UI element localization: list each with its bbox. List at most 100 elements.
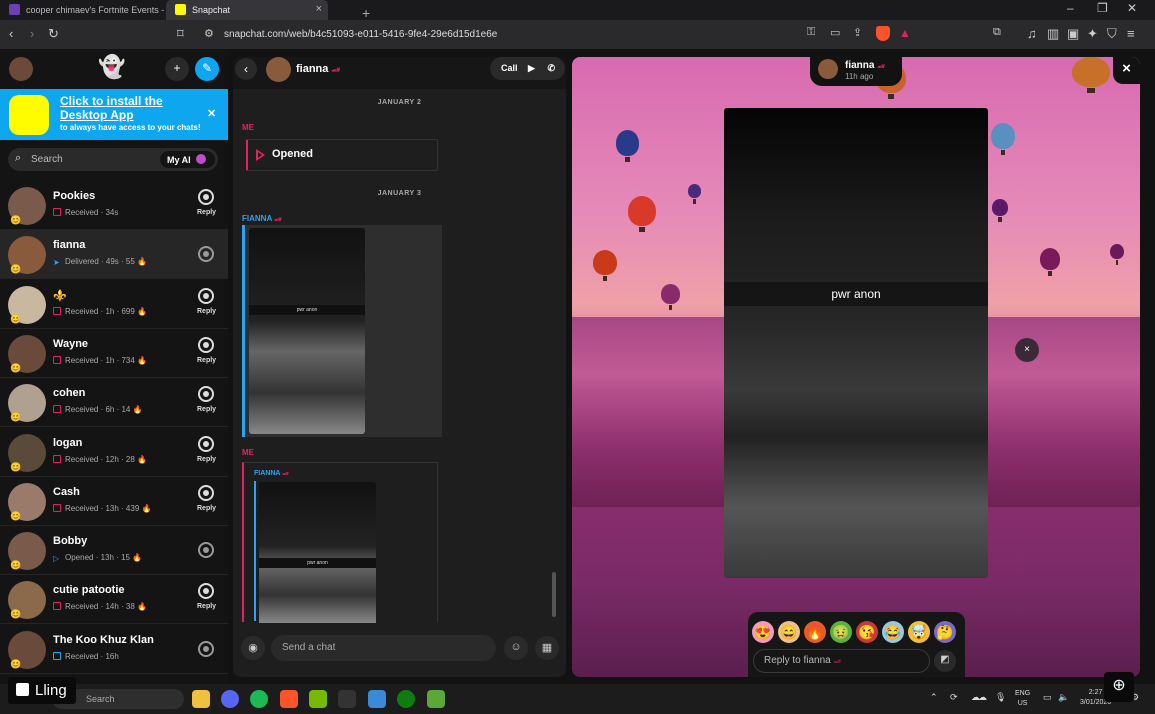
minecraft-icon[interactable] xyxy=(427,690,445,708)
chat-list-item[interactable]: 😊 Cash Received · 13h · 439 🔥 Reply xyxy=(0,477,228,526)
contact-name[interactable]: fianna 🏎 xyxy=(296,63,340,75)
add-friend-icon[interactable]: + xyxy=(165,57,189,81)
tray-chevron-icon[interactable]: ⌃ xyxy=(930,692,938,703)
brave-rewards-icon[interactable]: ▲ xyxy=(899,26,911,40)
tab-fortnite-events[interactable]: cooper chimaev's Fortnite Events - Fo xyxy=(0,0,165,20)
sidebar-toggle-icon[interactable]: ▥ xyxy=(1047,26,1059,42)
tab-snapchat[interactable]: Snapchat × xyxy=(166,0,328,20)
reaction-bitmoji-4[interactable]: 😘 xyxy=(856,621,878,643)
story-snap[interactable]: pwr anon xyxy=(724,108,988,578)
tray-mic-icon[interactable]: 🎙 xyxy=(995,692,1006,703)
back-button[interactable]: ‹ xyxy=(235,58,257,80)
reaction-bitmoji-6[interactable]: 🤯 xyxy=(908,621,930,643)
share-icon[interactable]: ⇪ xyxy=(853,26,862,39)
chat-list-item[interactable]: 😊 Bobby ▷ Opened · 13h · 15 🔥 xyxy=(0,526,228,576)
reply-label[interactable]: Reply xyxy=(197,406,216,413)
chat-list-item[interactable]: 😊 cohen Received · 6h · 14 🔥 Reply xyxy=(0,378,228,428)
language-indicator[interactable]: ENG US xyxy=(1015,689,1030,709)
close-viewer-button[interactable]: × xyxy=(1113,57,1140,84)
story-user-badge[interactable]: fianna 🏎 11h ago xyxy=(810,57,902,86)
close-window-icon[interactable]: ✕ xyxy=(1127,1,1137,15)
banner-title[interactable]: Click to install the Desktop App xyxy=(60,94,200,122)
contact-avatar[interactable] xyxy=(266,57,291,82)
reply-label[interactable]: Reply xyxy=(197,505,216,512)
memories-button[interactable]: ▦ xyxy=(535,636,559,660)
camera-reply-icon[interactable] xyxy=(198,386,214,403)
camera-button[interactable]: ◉ xyxy=(241,636,265,660)
reload-icon[interactable]: ↻ xyxy=(48,26,59,42)
install-app-banner[interactable]: Click to install the Desktop App to alwa… xyxy=(0,89,228,140)
emoji-button[interactable]: ☺ xyxy=(504,636,528,660)
forward-icon[interactable]: › xyxy=(30,26,34,41)
new-tab-button[interactable]: + xyxy=(336,0,370,20)
story-viewer[interactable]: pwr anon fianna 🏎 11h ago × × 😍 😄 🔥 🤢 😘 … xyxy=(572,57,1140,677)
close-banner-icon[interactable]: ✕ xyxy=(207,107,216,120)
screenshot-icon[interactable]: ⧉ xyxy=(993,26,1001,39)
brave-browser-icon[interactable] xyxy=(280,690,298,708)
bookmark-icon[interactable]: ⌑ xyxy=(177,26,184,42)
reply-label[interactable]: Reply xyxy=(197,603,216,610)
chat-scrollbar[interactable] xyxy=(552,572,556,617)
story-reply-input[interactable]: Reply to fianna 🏎 xyxy=(753,649,930,673)
dismiss-button[interactable]: × xyxy=(1015,338,1039,362)
spotify-icon[interactable] xyxy=(250,690,268,708)
snap-image[interactable]: pwr anon xyxy=(249,228,365,434)
tray-cloud-icon[interactable]: ☁ xyxy=(978,692,987,703)
tray-network-icon[interactable]: ▭ xyxy=(1043,692,1052,703)
epic-games-icon[interactable] xyxy=(338,690,356,708)
chat-input[interactable]: Send a chat xyxy=(271,635,496,661)
sticker-icon[interactable]: ◩ xyxy=(934,650,956,672)
video-call-icon[interactable]: ▶ xyxy=(528,63,535,73)
reaction-bitmoji-3[interactable]: 🤢 xyxy=(830,621,852,643)
file-explorer-icon[interactable] xyxy=(192,690,210,708)
reaction-bitmoji-5[interactable]: 😂 xyxy=(882,621,904,643)
reaction-heart-eyes[interactable]: 😍 xyxy=(752,621,774,643)
quoted-snap-image[interactable]: pwr anon xyxy=(259,482,376,623)
camera-reply-icon[interactable] xyxy=(198,435,214,452)
minimize-window-icon[interactable]: – xyxy=(1067,1,1074,15)
my-ai-button[interactable]: My AI xyxy=(160,151,215,168)
tray-sync-icon[interactable]: ⟳ xyxy=(950,692,958,703)
cast-icon[interactable]: ▭ xyxy=(830,26,840,39)
opened-snap-message[interactable]: Opened xyxy=(246,139,438,171)
brave-shield-icon[interactable] xyxy=(876,26,890,41)
leo-ai-icon[interactable]: ✦ xyxy=(1087,26,1098,42)
phone-call-icon[interactable]: ✆ xyxy=(547,63,555,73)
media-icon[interactable]: ♫ xyxy=(1027,26,1037,41)
xbox-icon[interactable] xyxy=(397,690,415,708)
camera-reply-icon[interactable] xyxy=(198,583,214,600)
chat-list-item[interactable]: 😊 cutie patootie Received · 14h · 38 🔥 Repl… xyxy=(0,575,228,625)
chat-list-item[interactable]: 😊 Pookies Received · 34s Reply xyxy=(0,181,228,230)
new-chat-icon[interactable]: ✎ xyxy=(195,57,219,81)
password-key-icon[interactable]: ⚿ xyxy=(807,26,815,39)
chat-list-item[interactable]: 😊 fianna ➤ Delivered · 49s · 55 🔥 xyxy=(0,230,228,280)
camera-reply-icon[interactable] xyxy=(198,189,214,205)
camera-reply-icon[interactable] xyxy=(198,484,214,501)
reply-label[interactable]: Reply xyxy=(197,209,216,216)
saved-snap-message[interactable]: pwr anon xyxy=(242,225,442,437)
chat-list-item[interactable]: 😊 The Koo Khuz Klan Received · 16h xyxy=(0,625,228,674)
reaction-bitmoji-1[interactable]: 😄 xyxy=(778,621,800,643)
camera-reply-icon[interactable] xyxy=(198,246,214,263)
tray-volume-icon[interactable]: 🔈 xyxy=(1058,692,1069,703)
camera-reply-icon[interactable] xyxy=(198,336,214,353)
camera-reply-icon[interactable] xyxy=(198,640,214,657)
back-icon[interactable]: ‹ xyxy=(9,26,13,41)
camera-reply-icon[interactable] xyxy=(198,287,214,304)
quoted-reply-message[interactable]: FIANNA 🏎 pwr anon xyxy=(242,462,438,623)
reaction-bitmoji-2[interactable]: 🔥 xyxy=(804,621,826,643)
camera-reply-icon[interactable] xyxy=(198,542,214,559)
close-tab-icon[interactable]: × xyxy=(316,3,322,15)
profile-avatar[interactable] xyxy=(9,57,33,81)
menu-icon[interactable]: ≡ xyxy=(1127,26,1135,41)
lling-overlay[interactable]: Lling xyxy=(8,677,76,704)
wallet-icon[interactable]: ▣ xyxy=(1067,26,1079,42)
chat-list-item[interactable]: 😊 logan Received · 12h · 28 🔥 Reply xyxy=(0,428,228,477)
snapchat-ghost-icon[interactable]: 👻 xyxy=(98,54,125,80)
site-info-icon[interactable]: ⚙ xyxy=(204,27,214,40)
search-input[interactable]: ⌕ Search My AI xyxy=(8,148,218,171)
nvidia-icon[interactable] xyxy=(309,690,327,708)
reply-label[interactable]: Reply xyxy=(197,308,216,315)
reply-label[interactable]: Reply xyxy=(197,456,216,463)
reply-label[interactable]: Reply xyxy=(197,357,216,364)
